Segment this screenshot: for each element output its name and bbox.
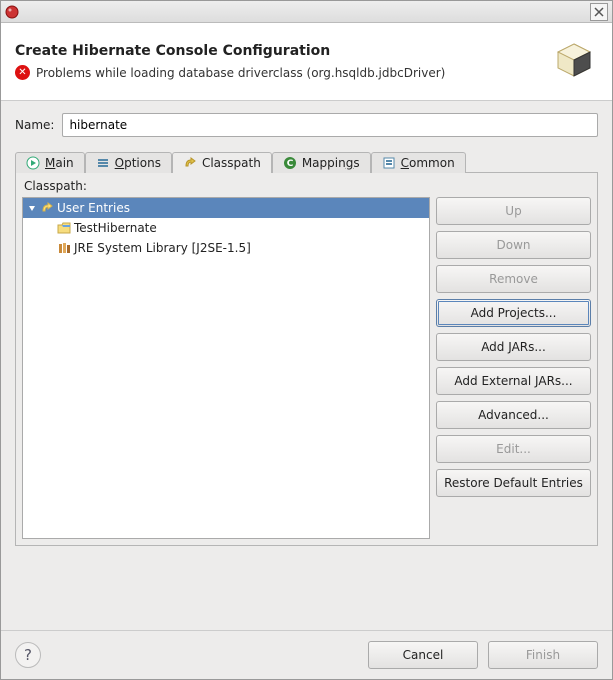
dialog-window: Create Hibernate Console Configuration ✕…	[0, 0, 613, 680]
classpath-icon	[183, 156, 197, 170]
advanced-button[interactable]: Advanced...	[436, 401, 591, 429]
tree-label: JRE System Library [J2SE-1.5]	[74, 241, 251, 255]
add-jars-button[interactable]: Add JARs...	[436, 333, 591, 361]
tab-mappings[interactable]: C Mappings	[272, 152, 371, 173]
add-external-jars-button[interactable]: Add External JARs...	[436, 367, 591, 395]
tab-main[interactable]: Main	[15, 152, 85, 173]
tree-node-user-entries[interactable]: User Entries	[23, 198, 429, 218]
tab-classpath[interactable]: Classpath	[172, 152, 272, 173]
help-icon: ?	[24, 646, 32, 664]
tab-label: Mappings	[302, 156, 360, 170]
classpath-label: Classpath:	[24, 179, 591, 193]
tab-label: Options	[115, 156, 161, 170]
options-icon	[96, 156, 110, 170]
app-icon	[5, 5, 19, 19]
dialog-message: Problems while loading database drivercl…	[36, 66, 445, 80]
help-button[interactable]: ?	[15, 642, 41, 668]
expand-icon[interactable]	[27, 203, 37, 213]
remove-button[interactable]: Remove	[436, 265, 591, 293]
jar-group-icon	[40, 201, 54, 215]
tab-options[interactable]: Options	[85, 152, 172, 173]
tab-panel-classpath: Classpath: User Entries TestHibernat	[15, 172, 598, 546]
tab-label: Classpath	[202, 156, 261, 170]
tree-node-testhibernate[interactable]: TestHibernate	[23, 218, 429, 238]
tab-common[interactable]: Common	[371, 152, 466, 173]
button-column: Up Down Remove Add Projects... Add JARs.…	[436, 197, 591, 539]
tab-label: Main	[45, 156, 74, 170]
finish-button[interactable]: Finish	[488, 641, 598, 669]
wizard-logo-icon	[550, 38, 598, 86]
tab-bar: Main Options Classpath C Mappings Common	[15, 151, 598, 172]
svg-text:C: C	[287, 159, 294, 169]
name-input[interactable]	[62, 113, 598, 137]
tab-label: Common	[401, 156, 455, 170]
titlebar	[1, 1, 612, 23]
button-bar: ? Cancel Finish	[1, 630, 612, 679]
error-icon: ✕	[15, 65, 30, 80]
common-icon	[382, 156, 396, 170]
project-icon	[57, 221, 71, 235]
mappings-icon: C	[283, 156, 297, 170]
restore-default-button[interactable]: Restore Default Entries	[436, 469, 591, 497]
classpath-tree[interactable]: User Entries TestHibernate JRE System Li…	[22, 197, 430, 539]
run-icon	[26, 156, 40, 170]
close-button[interactable]	[590, 3, 608, 21]
dialog-header: Create Hibernate Console Configuration ✕…	[1, 23, 612, 101]
library-icon	[57, 241, 71, 255]
tree-label: TestHibernate	[74, 221, 157, 235]
up-button[interactable]: Up	[436, 197, 591, 225]
name-row: Name:	[1, 101, 612, 143]
edit-button[interactable]: Edit...	[436, 435, 591, 463]
down-button[interactable]: Down	[436, 231, 591, 259]
dialog-title: Create Hibernate Console Configuration	[15, 43, 550, 59]
add-projects-button[interactable]: Add Projects...	[436, 299, 591, 327]
tree-label: User Entries	[57, 201, 130, 215]
cancel-button[interactable]: Cancel	[368, 641, 478, 669]
tree-node-jre-library[interactable]: JRE System Library [J2SE-1.5]	[23, 238, 429, 258]
name-label: Name:	[15, 118, 54, 132]
